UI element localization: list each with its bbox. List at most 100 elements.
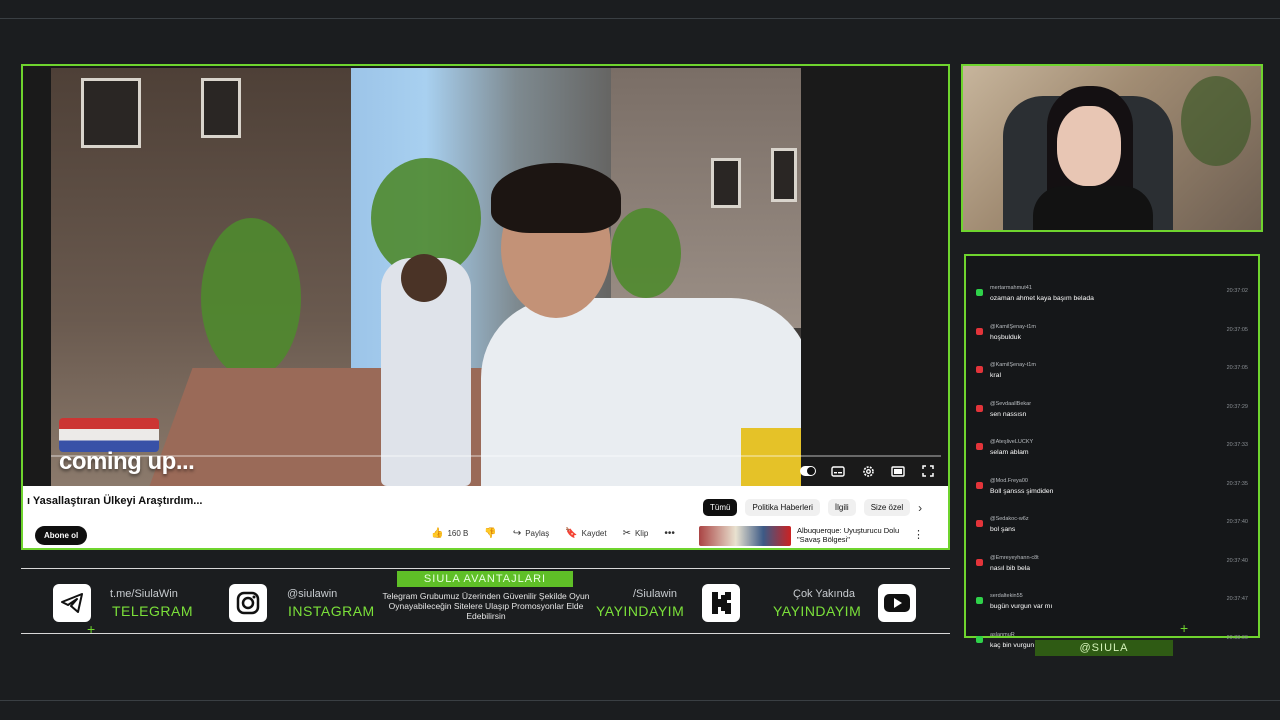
chat-timestamp: 20:37:33	[1226, 442, 1248, 448]
background-frame-line	[0, 18, 1280, 19]
save-label: Kaydet	[581, 529, 607, 538]
chat-message: @Sedakoc-w6z 20:37:40 bol şans	[974, 516, 1252, 552]
chip-for-you[interactable]: Size özel	[863, 499, 911, 516]
chat-username: serdaltekin55	[990, 593, 1023, 599]
window	[771, 148, 797, 202]
autoplay-toggle[interactable]	[800, 464, 816, 478]
chat-username: @KamilŞenay-t1m	[990, 362, 1036, 368]
chat-username: @Emreyeyhann-c8t	[990, 554, 1039, 561]
social-footer: + t.me/SiulaWin TELEGRAM @siulawin INSTA…	[21, 568, 950, 637]
chat-message: serdaltekin55 20:37:47 bugün vurgun var …	[974, 593, 1252, 629]
youtube-badge-icon	[976, 327, 983, 335]
youtube-label: YAYINDAYIM	[773, 603, 862, 619]
plus-decoration-icon: +	[1180, 620, 1189, 636]
scissors-icon: ✂	[622, 528, 631, 539]
kick-handle: /Siulawin	[633, 588, 678, 600]
promo-title: SIULA AVANTAJLARI	[397, 571, 573, 587]
promo-text: Telegram Grubumuz Üzerinden Güvenilir Şe…	[382, 591, 590, 621]
toggle-icon	[800, 466, 816, 476]
chat-timestamp: 20:37:35	[1226, 480, 1248, 487]
progress-bar[interactable]	[51, 455, 941, 457]
chat-text: ozaman ahmet kaya başım belada	[990, 295, 1094, 302]
youtube-badge-icon	[976, 558, 983, 566]
clip-label: Klip	[634, 529, 649, 538]
chat-text: sen nassısn	[990, 410, 1027, 418]
chat-username: @AteşliveLUCKY	[990, 439, 1034, 445]
chat-message: mertarmahmut41 20:37:02 ozaman ahmet kay…	[974, 285, 1252, 321]
settings-button[interactable]	[860, 464, 876, 478]
chat-text: selam ablam	[990, 449, 1029, 456]
plant	[1181, 76, 1251, 166]
more-horizontal-icon: •••	[664, 528, 675, 539]
thumbs-up-icon: 👍	[431, 528, 444, 539]
thumbs-down-icon: 👎	[484, 528, 497, 539]
youtube-badge-icon	[976, 481, 983, 489]
channel-handle-tag: @SIULA	[1035, 640, 1173, 656]
netherlands-flag-icon	[59, 418, 159, 452]
video-title: ı Yasallaştıran Ülkeyi Araştırdım...	[27, 495, 203, 507]
kick-icon	[712, 592, 731, 614]
share-button[interactable]: ↪ Paylaş	[513, 528, 549, 539]
video-info-bar: ı Yasallaştıran Ülkeyi Araştırdım... Tüm…	[23, 486, 948, 548]
chat-text: bol şans	[990, 526, 1016, 533]
chat-message: @Emreyeyhann-c8t 20:37:40 nasıl bib bela	[974, 555, 1252, 591]
chat-username: aslanmuR	[990, 631, 1015, 638]
youtube-status: Çok Yakında	[793, 588, 855, 600]
recommendation-chips: Tümü Politika Haberleri İlgili Size özel…	[703, 499, 922, 516]
clip-button[interactable]: ✂ Klip	[623, 528, 649, 539]
related-video[interactable]: Albuquerque: Uyuşturucu Dolu "Savaş Bölg…	[699, 526, 924, 546]
chip-related[interactable]: İlgili	[827, 499, 856, 516]
streamer-body	[1033, 186, 1153, 230]
plus-decoration-icon: +	[87, 621, 96, 637]
window	[711, 158, 741, 208]
video-actions: 👍 160 B 👎 ↪ Paylaş 🔖 Kaydet ✂ Klip •••	[431, 528, 675, 539]
more-vertical-icon[interactable]: ⋮	[913, 528, 924, 541]
fullscreen-button[interactable]	[920, 464, 936, 478]
video-player-panel: coming up... ı Yasallaştıran Ülkeyi Araş…	[21, 64, 950, 550]
subscribe-button[interactable]: Abone ol	[35, 526, 88, 545]
theater-icon	[891, 465, 905, 477]
video-area[interactable]: coming up...	[23, 66, 948, 486]
streamer-face	[1057, 106, 1121, 186]
chat-message: @KamilŞenay-t1m 20:37:05 kral	[974, 362, 1252, 398]
fullscreen-icon	[922, 465, 934, 477]
chat-text: nasıl bib bela	[990, 564, 1031, 572]
theater-mode-button[interactable]	[890, 464, 906, 478]
telegram-icon	[61, 593, 83, 613]
related-title[interactable]: Albuquerque: Uyuşturucu Dolu "Savaş Bölg…	[797, 526, 907, 544]
chat-username: mertarmahmut41	[990, 285, 1032, 291]
kick-badge-icon	[976, 635, 983, 643]
related-thumbnail[interactable]	[699, 526, 791, 546]
instagram-handle: @siulawin	[287, 588, 338, 600]
chat-timestamp: 20:37:47	[1226, 596, 1248, 602]
youtube-badge-icon	[976, 443, 983, 450]
chat-text: bugün vurgun var mı	[990, 603, 1053, 610]
instagram-logo	[229, 584, 267, 622]
chat-timestamp: 20:38:00	[1226, 634, 1248, 641]
youtube-badge-icon	[976, 520, 983, 527]
chat-username: @Mod.Freya00	[990, 477, 1028, 484]
person-hair	[491, 163, 621, 233]
instagram-icon	[236, 591, 260, 615]
save-button[interactable]: 🔖 Kaydet	[565, 528, 606, 539]
chip-politics-news[interactable]: Politika Haberleri	[745, 499, 820, 516]
kick-badge-icon	[976, 289, 983, 296]
instagram-label: INSTAGRAM	[288, 603, 375, 619]
subtitles-icon	[831, 465, 845, 477]
dislike-button[interactable]: 👎	[484, 528, 496, 539]
youtube-badge-icon	[976, 366, 983, 373]
youtube-logo	[878, 584, 916, 622]
background-frame-line	[0, 700, 1280, 701]
chip-all[interactable]: Tümü	[703, 499, 738, 516]
share-icon: ↪	[512, 528, 522, 539]
subtitles-button[interactable]	[830, 464, 846, 478]
chat-text: Boll şansss şimdiden	[990, 487, 1054, 495]
gear-icon	[862, 465, 874, 477]
chevron-right-icon[interactable]: ›	[918, 501, 922, 515]
player-controls	[800, 464, 936, 478]
chat-panel: mertarmahmut41 20:37:02 ozaman ahmet kay…	[964, 254, 1260, 649]
like-button[interactable]: 👍 160 B	[431, 528, 468, 539]
window	[201, 78, 241, 138]
more-actions-button[interactable]: •••	[664, 528, 675, 539]
tree	[201, 218, 301, 378]
